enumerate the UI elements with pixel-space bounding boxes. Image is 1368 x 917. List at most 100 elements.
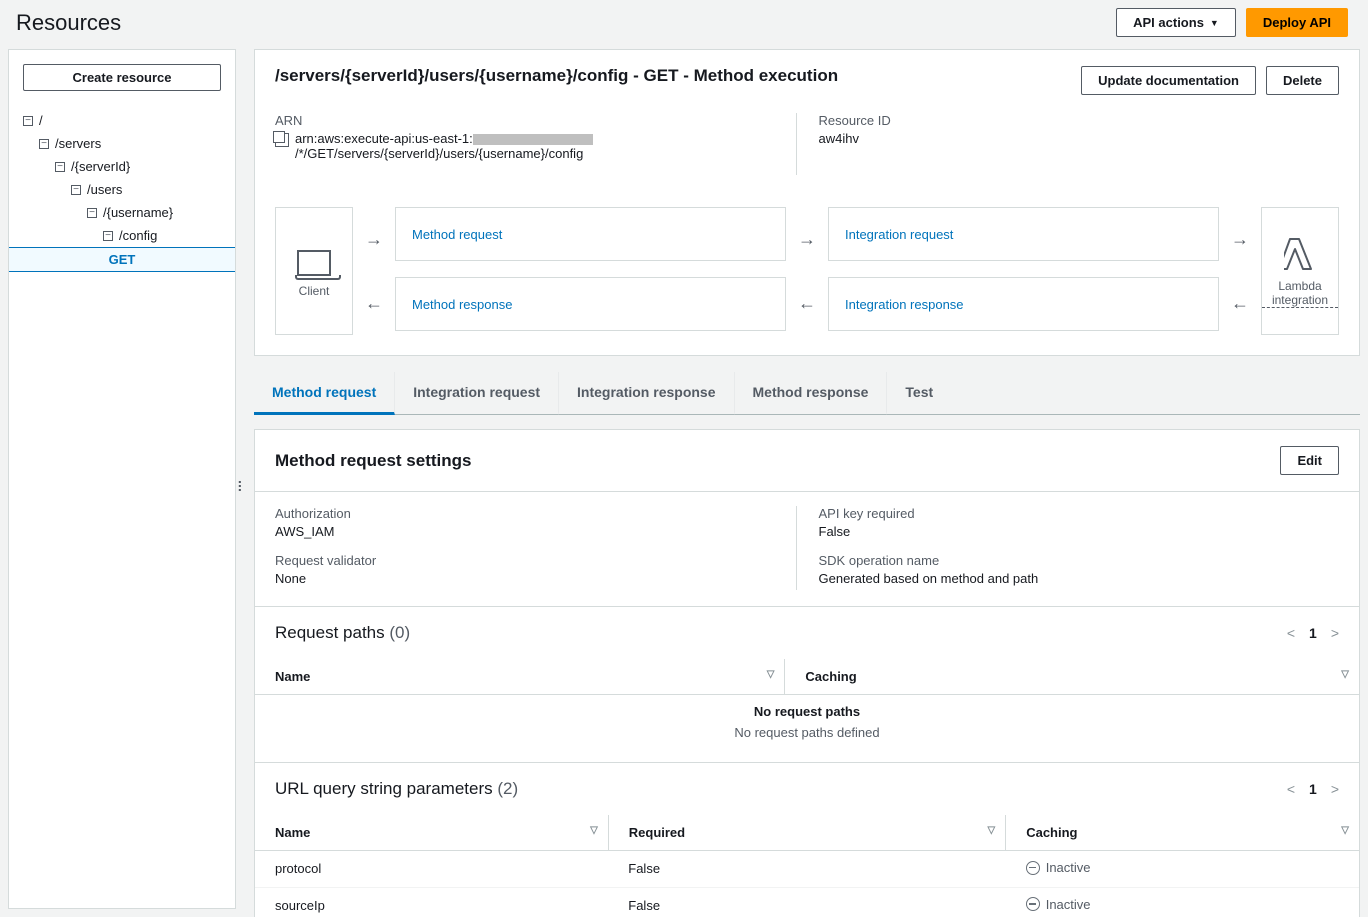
flow-method-response[interactable]: Method response xyxy=(395,277,786,331)
chevron-down-icon: ▼ xyxy=(1210,18,1219,28)
redacted xyxy=(473,134,593,145)
client-icon xyxy=(297,250,331,276)
tree-config[interactable]: −/config xyxy=(9,224,235,247)
flow-integration-request[interactable]: Integration request xyxy=(828,207,1219,261)
tree-label: /servers xyxy=(55,136,101,151)
minus-circle-icon xyxy=(1026,897,1040,911)
tree-servers[interactable]: −/servers xyxy=(9,132,235,155)
sort-icon[interactable]: ▽ xyxy=(1341,669,1349,680)
api-actions-button[interactable]: API actions ▼ xyxy=(1116,8,1236,37)
col-name[interactable]: Name xyxy=(275,825,310,840)
flow-link[interactable]: Integration response xyxy=(845,297,964,312)
tree-serverid[interactable]: −/{serverId} xyxy=(9,155,235,178)
col-caching[interactable]: Caching xyxy=(805,669,856,684)
tab-integration-response[interactable]: Integration response xyxy=(559,372,734,415)
empty-title: No request paths xyxy=(255,695,1359,726)
tree-label: / xyxy=(39,113,43,128)
next-page-icon[interactable]: > xyxy=(1331,781,1339,797)
sort-icon[interactable]: ▽ xyxy=(767,669,775,680)
collapse-icon: − xyxy=(103,231,113,241)
arrow-right-icon: → xyxy=(365,229,383,250)
validator-label: Request validator xyxy=(275,553,796,568)
col-required[interactable]: Required xyxy=(629,825,685,840)
collapse-icon: − xyxy=(87,208,97,218)
flow-method-request[interactable]: Method request xyxy=(395,207,786,261)
empty-sub: No request paths defined xyxy=(255,725,1359,762)
api-actions-label: API actions xyxy=(1133,15,1204,30)
arrow-left-icon: ← xyxy=(1231,293,1249,314)
col-name[interactable]: Name xyxy=(275,669,310,684)
page-title: Resources xyxy=(16,10,121,36)
cell-required: False xyxy=(608,887,1005,917)
arrow-left-icon: ← xyxy=(798,293,816,314)
collapse-icon: − xyxy=(71,185,81,195)
arrow-left-icon: ← xyxy=(365,293,383,314)
tree-username[interactable]: −/{username} xyxy=(9,201,235,224)
method-header-card: /servers/{serverId}/users/{username}/con… xyxy=(254,49,1360,356)
request-paths-pager: < 1 > xyxy=(1287,625,1339,641)
tree-users[interactable]: −/users xyxy=(9,178,235,201)
flow-link[interactable]: Method request xyxy=(412,227,502,242)
create-resource-button[interactable]: Create resource xyxy=(23,64,221,91)
resource-id-label: Resource ID xyxy=(819,113,1340,128)
flow-client-label: Client xyxy=(299,284,330,298)
delete-button[interactable]: Delete xyxy=(1266,66,1339,95)
flow-arrows: →← xyxy=(1231,207,1249,335)
flow-arrows: →← xyxy=(798,207,816,335)
flow-link[interactable]: Method response xyxy=(412,297,512,312)
table-row: protocol False Inactive xyxy=(255,851,1359,888)
edit-button[interactable]: Edit xyxy=(1280,446,1339,475)
prev-page-icon[interactable]: < xyxy=(1287,625,1295,641)
minus-circle-icon xyxy=(1026,861,1040,875)
apikey-value: False xyxy=(819,524,1340,539)
update-documentation-button[interactable]: Update documentation xyxy=(1081,66,1256,95)
flow-lambda[interactable]: Lambda integration xyxy=(1261,207,1339,335)
query-params-pager: < 1 > xyxy=(1287,781,1339,797)
collapse-icon: − xyxy=(39,139,49,149)
tab-method-request[interactable]: Method request xyxy=(254,372,395,415)
arn-prefix: arn:aws:execute-api:us-east-1: xyxy=(295,131,473,146)
tab-method-response[interactable]: Method response xyxy=(735,372,888,415)
arn-label: ARN xyxy=(275,113,796,128)
next-page-icon[interactable]: > xyxy=(1331,625,1339,641)
settings-heading: Method request settings xyxy=(275,451,471,471)
cell-caching: Inactive xyxy=(1046,897,1091,912)
cell-caching: Inactive xyxy=(1046,860,1091,875)
flow-lambda-label: Lambda integration xyxy=(1262,279,1338,308)
tab-integration-request[interactable]: Integration request xyxy=(395,372,559,415)
sort-icon[interactable]: ▽ xyxy=(1341,825,1349,836)
method-title: /servers/{serverId}/users/{username}/con… xyxy=(275,66,838,86)
collapse-icon: − xyxy=(23,116,33,126)
flow-arrows: →← xyxy=(365,207,383,335)
resource-sidebar: Create resource −/ −/servers −/{serverId… xyxy=(8,49,236,909)
table-row: sourceIp False Inactive xyxy=(255,887,1359,917)
cell-name: sourceIp xyxy=(255,887,608,917)
flow-link[interactable]: Integration request xyxy=(845,227,953,242)
arrow-right-icon: → xyxy=(798,229,816,250)
lambda-icon xyxy=(1284,237,1316,271)
flow-integration-response[interactable]: Integration response xyxy=(828,277,1219,331)
col-caching[interactable]: Caching xyxy=(1026,825,1077,840)
deploy-api-button[interactable]: Deploy API xyxy=(1246,8,1348,37)
request-paths-count: (0) xyxy=(389,623,410,642)
sdk-label: SDK operation name xyxy=(819,553,1340,568)
cell-name: protocol xyxy=(255,851,608,888)
flow-client: Client xyxy=(275,207,353,335)
page-number: 1 xyxy=(1309,625,1317,641)
tree-label: GET xyxy=(109,252,136,267)
resize-handle-icon[interactable]: ⠇ xyxy=(237,479,247,496)
query-params-heading: URL query string parameters (2) xyxy=(275,779,518,799)
tab-test[interactable]: Test xyxy=(887,372,951,415)
method-tabs: Method request Integration request Integ… xyxy=(254,372,1360,415)
tree-method-get[interactable]: GET xyxy=(9,247,235,272)
status-badge: Inactive xyxy=(1026,897,1091,912)
request-paths-table: Name ▽ Caching ▽ No request paths No reque… xyxy=(255,659,1359,762)
sort-icon[interactable]: ▽ xyxy=(988,825,996,836)
prev-page-icon[interactable]: < xyxy=(1287,781,1295,797)
tree-label: /users xyxy=(87,182,122,197)
authorization-value: AWS_IAM xyxy=(275,524,796,539)
copy-icon[interactable] xyxy=(275,133,289,147)
sort-icon[interactable]: ▽ xyxy=(590,825,598,836)
arn-suffix: /*/GET/servers/{serverId}/users/{usernam… xyxy=(295,146,583,161)
tree-root[interactable]: −/ xyxy=(9,109,235,132)
